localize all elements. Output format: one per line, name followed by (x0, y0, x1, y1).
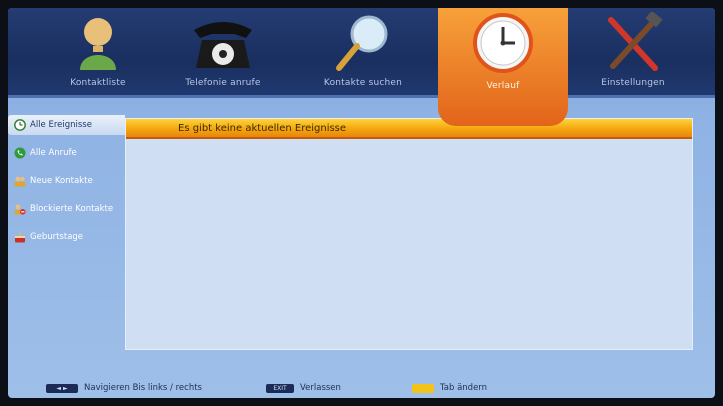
sidebar-item-label: Alle Ereignisse (30, 120, 92, 130)
hint-navigate-label: Navigieren Bis links / rechts (84, 383, 202, 393)
clock-icon (14, 119, 26, 131)
exit-key-icon: EXIT (266, 383, 294, 393)
sidebar: Alle Ereignisse Alle Anrufe Neue Kontakt… (8, 115, 125, 375)
sidebar-item-label: Neue Kontakte (30, 176, 93, 186)
hint-exit: EXIT Verlassen (266, 383, 341, 393)
sidebar-item-all-calls[interactable]: Alle Anrufe (8, 143, 125, 163)
events-panel: Es gibt keine aktuellen Ereignisse (125, 118, 693, 350)
hint-exit-label: Verlassen (300, 383, 341, 393)
tab-settings[interactable]: Einstellungen (568, 8, 698, 98)
tab-contact-list[interactable]: Kontaktliste (33, 8, 163, 98)
sidebar-item-blocked-contacts[interactable]: Blockierte Kontakte (8, 199, 125, 219)
sidebar-item-birthdays[interactable]: Geburtstage (8, 227, 125, 247)
sidebar-item-label: Blockierte Kontakte (30, 204, 114, 214)
tab-label: Kontakte suchen (323, 78, 403, 88)
tab-telephone-calls[interactable]: Telefonie anrufe (158, 8, 288, 98)
cake-icon (15, 232, 25, 243)
tab-search-contacts[interactable]: Kontakte suchen (298, 8, 428, 98)
hint-change-tab-label: Tab ändern (440, 383, 488, 393)
tab-label: Einstellungen (601, 78, 665, 88)
top-navigation: Kontaktliste Telefonie anrufe Kontakte s… (8, 8, 715, 126)
left-right-key-icon: ◄ ► (46, 383, 78, 393)
tab-history[interactable]: Verlauf (438, 8, 568, 126)
tab-label: Verlauf (486, 81, 520, 91)
help-bar: ◄ ► Navigieren Bis links / rechts EXIT V… (8, 380, 715, 398)
tv-screen: Kontaktliste Telefonie anrufe Kontakte s… (8, 8, 715, 398)
tab-label: Kontaktliste (70, 78, 126, 88)
magnifier-icon (336, 15, 388, 71)
sidebar-item-label: Geburtstage (30, 232, 84, 242)
yellow-key-icon (412, 383, 434, 393)
blocked-contact-icon (14, 204, 26, 215)
tools-icon (608, 12, 663, 71)
hint-change-tab: Tab ändern (412, 383, 487, 393)
tab-label: Telefonie anrufe (185, 78, 261, 88)
new-contact-icon (14, 176, 26, 187)
sidebar-item-label: Alle Anrufe (30, 148, 77, 158)
sidebar-item-new-contacts[interactable]: Neue Kontakte (8, 171, 125, 191)
telephone-icon (194, 22, 252, 68)
hint-navigate: ◄ ► Navigieren Bis links / rechts (46, 383, 202, 393)
clock-icon (473, 13, 533, 73)
sidebar-item-all-events[interactable]: Alle Ereignisse (8, 115, 125, 135)
contact-person-icon (80, 18, 116, 70)
phone-icon (14, 147, 26, 159)
panel-message: Es gibt keine aktuellen Ereignisse (126, 119, 692, 139)
